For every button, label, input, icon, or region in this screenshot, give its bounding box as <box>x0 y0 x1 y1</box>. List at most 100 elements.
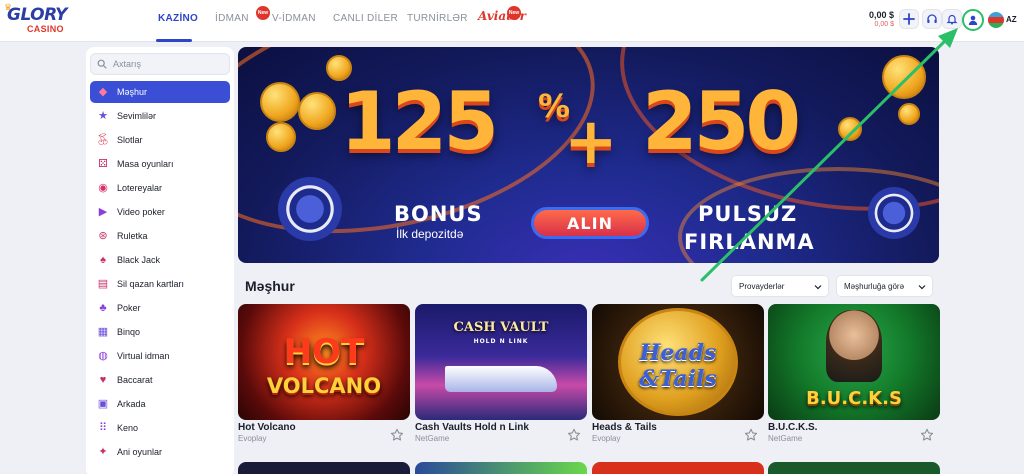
language-selector[interactable]: AZ <box>1006 15 1017 24</box>
sidebar-item-black-jack[interactable]: ♠ Black Jack <box>90 249 230 271</box>
cards-icon: ♥ <box>99 373 107 386</box>
sidebar-item-lotereyalar[interactable]: ◉ Lotereyalar <box>90 177 230 199</box>
free-spins-value: 250 <box>642 75 801 168</box>
promo-banner[interactable]: 125 % + 250 BONUS İlk depozitdə ALIN PUL… <box>238 47 939 263</box>
thumbnail-subtitle: VOLCANO <box>266 374 382 398</box>
gold-coin <box>882 55 926 99</box>
section-title: Məşhur <box>245 278 295 294</box>
bingo-icon: ▦ <box>97 325 109 338</box>
sort-filter[interactable]: Məşhurluğa görə <box>836 275 933 297</box>
game-name: Cash Vaults Hold n Link <box>415 422 529 433</box>
game-card-bucks[interactable]: B.U.C.K.S B.U.C.K.S. NetGame <box>768 304 940 443</box>
sidebar-item-virtual-idman[interactable]: ◍ Virtual idman <box>90 345 230 367</box>
instant-game-icon: ✦ <box>98 445 108 458</box>
game-provider: NetGame <box>415 434 450 443</box>
blackjack-icon: ♠ <box>100 253 106 266</box>
game-card-partial[interactable] <box>238 462 410 474</box>
video-poker-icon: ▶ <box>98 205 108 218</box>
sidebar-item-video-poker[interactable]: ▶ Video poker <box>90 201 230 223</box>
sidebar-item-meshur[interactable]: ◆ Məşhur <box>90 81 230 103</box>
user-profile-button[interactable] <box>962 9 984 31</box>
gamepad-icon: ◍ <box>98 349 108 362</box>
game-thumbnail[interactable]: B.U.C.K.S <box>768 304 940 420</box>
deposit-plus-button[interactable] <box>899 9 919 29</box>
favorite-star-icon[interactable] <box>920 428 934 442</box>
favorite-star-icon[interactable] <box>744 428 758 442</box>
game-card-partial[interactable] <box>415 462 587 474</box>
sidebar-item-masa-oyunlari[interactable]: ⚄ Masa oyunları <box>90 153 230 175</box>
sidebar-item-label: Arkada <box>117 399 146 409</box>
keno-icon: ⠿ <box>98 421 108 434</box>
sidebar-item-sil-qazan[interactable]: ▤ Sil qazan kartları <box>90 273 230 295</box>
banner-plus: + <box>564 105 618 179</box>
thumbnail-title: B.U.C.K.S <box>806 388 902 409</box>
sidebar-item-label: Ani oyunlar <box>117 447 163 457</box>
sidebar-item-label: Binqo <box>117 327 141 337</box>
top-header: ♛ GLORY CASINO KAZİNO İDMAN New V-İDMAN … <box>0 0 1024 42</box>
nav-v-idman[interactable]: V-İDMAN <box>272 13 316 24</box>
nav-kazino[interactable]: KAZİNO <box>158 13 198 24</box>
yacht-illustration <box>445 366 557 392</box>
sidebar-item-label: Virtual idman <box>117 351 170 361</box>
nav-turnirler[interactable]: TURNİRLƏR <box>407 13 468 24</box>
thumbnail-subtitle: &Tails <box>639 366 717 392</box>
sidebar-item-label: Məşhur <box>117 87 148 97</box>
search-input[interactable] <box>113 59 213 69</box>
sidebar-item-keno[interactable]: ⠿ Keno <box>90 417 230 439</box>
favorite-star-icon[interactable] <box>567 428 581 442</box>
nav-idman[interactable]: İDMAN <box>215 13 249 24</box>
bell-icon <box>946 14 958 25</box>
sidebar-item-baccarat[interactable]: ♥ Baccarat <box>90 369 230 391</box>
nav-canli-diler[interactable]: CANLI DİLER <box>333 13 398 24</box>
sidebar-item-arkada[interactable]: ▣ Arkada <box>90 393 230 415</box>
thumbnail-title: HOT <box>283 332 365 372</box>
search-box[interactable] <box>90 53 230 75</box>
game-thumbnail[interactable]: HOT VOLCANO <box>238 304 410 420</box>
sidebar-item-label: Sevimlilər <box>117 111 157 121</box>
balance-display[interactable]: 0,00 $ 0,00 $ <box>869 10 894 28</box>
claim-bonus-button[interactable]: ALIN <box>531 207 649 239</box>
thumbnail-subtitle: HOLD N LINK <box>473 338 529 345</box>
provider-filter[interactable]: Provayderlər <box>731 275 829 297</box>
dice-icon: ⚄ <box>98 157 108 170</box>
category-sidebar: ◆ Məşhur ★ Sevimlilər 🍒︎ Slotlar ⚄ Masa … <box>86 47 234 474</box>
diamond-icon: ◆ <box>98 85 108 98</box>
gold-coin <box>260 82 300 122</box>
glory-casino-logo[interactable]: ♛ GLORY CASINO <box>4 2 69 37</box>
free-spins-title: PULSUZ <box>698 202 798 226</box>
azerbaijan-flag-icon[interactable] <box>988 12 1004 28</box>
bonus-percent-value: 125 <box>340 75 499 168</box>
support-button[interactable] <box>922 9 942 29</box>
new-badge: New <box>256 6 270 20</box>
sidebar-item-sevimliler[interactable]: ★ Sevimlilər <box>90 105 230 127</box>
balance-amount: 0,00 $ <box>868 10 894 20</box>
chevron-down-icon <box>814 285 822 290</box>
game-thumbnail[interactable]: Heads &Tails <box>592 304 764 420</box>
sidebar-item-label: Sil qazan kartları <box>117 279 185 289</box>
sidebar-item-binqo[interactable]: ▦ Binqo <box>90 321 230 343</box>
sidebar-item-label: Black Jack <box>117 255 161 265</box>
sidebar-item-label: Baccarat <box>117 375 153 385</box>
game-name: B.U.C.K.S. <box>768 422 818 433</box>
lottery-ball-icon: ◉ <box>98 181 108 194</box>
game-card-cash-vaults[interactable]: CASH VAULT HOLD N LINK Cash Vaults Hold … <box>415 304 587 443</box>
favorite-star-icon[interactable] <box>390 428 404 442</box>
game-card-heads-tails[interactable]: Heads &Tails Heads & Tails Evoplay <box>592 304 764 443</box>
scratch-card-icon: ▤ <box>97 277 109 290</box>
sidebar-item-label: Keno <box>117 423 139 433</box>
gold-coin <box>266 122 296 152</box>
logo-subtext: CASINO <box>27 24 64 34</box>
notifications-button[interactable] <box>942 9 962 29</box>
poker-icon: ♣ <box>99 301 107 314</box>
game-card-partial[interactable] <box>768 462 940 474</box>
game-card-partial[interactable] <box>592 462 764 474</box>
game-provider: Evoplay <box>238 434 267 443</box>
sidebar-item-ani-oyunlar[interactable]: ✦ Ani oyunlar <box>90 441 230 463</box>
sidebar-item-poker[interactable]: ♣ Poker <box>90 297 230 319</box>
game-card-hot-volcano[interactable]: HOT VOLCANO Hot Volcano Evoplay <box>238 304 410 443</box>
game-name: Hot Volcano <box>238 422 296 433</box>
game-thumbnail[interactable]: CASH VAULT HOLD N LINK <box>415 304 587 420</box>
gold-coin <box>898 103 920 125</box>
sidebar-item-slotlar[interactable]: 🍒︎ Slotlar <box>90 129 230 151</box>
sidebar-item-ruletka[interactable]: ⊛ Ruletka <box>90 225 230 247</box>
